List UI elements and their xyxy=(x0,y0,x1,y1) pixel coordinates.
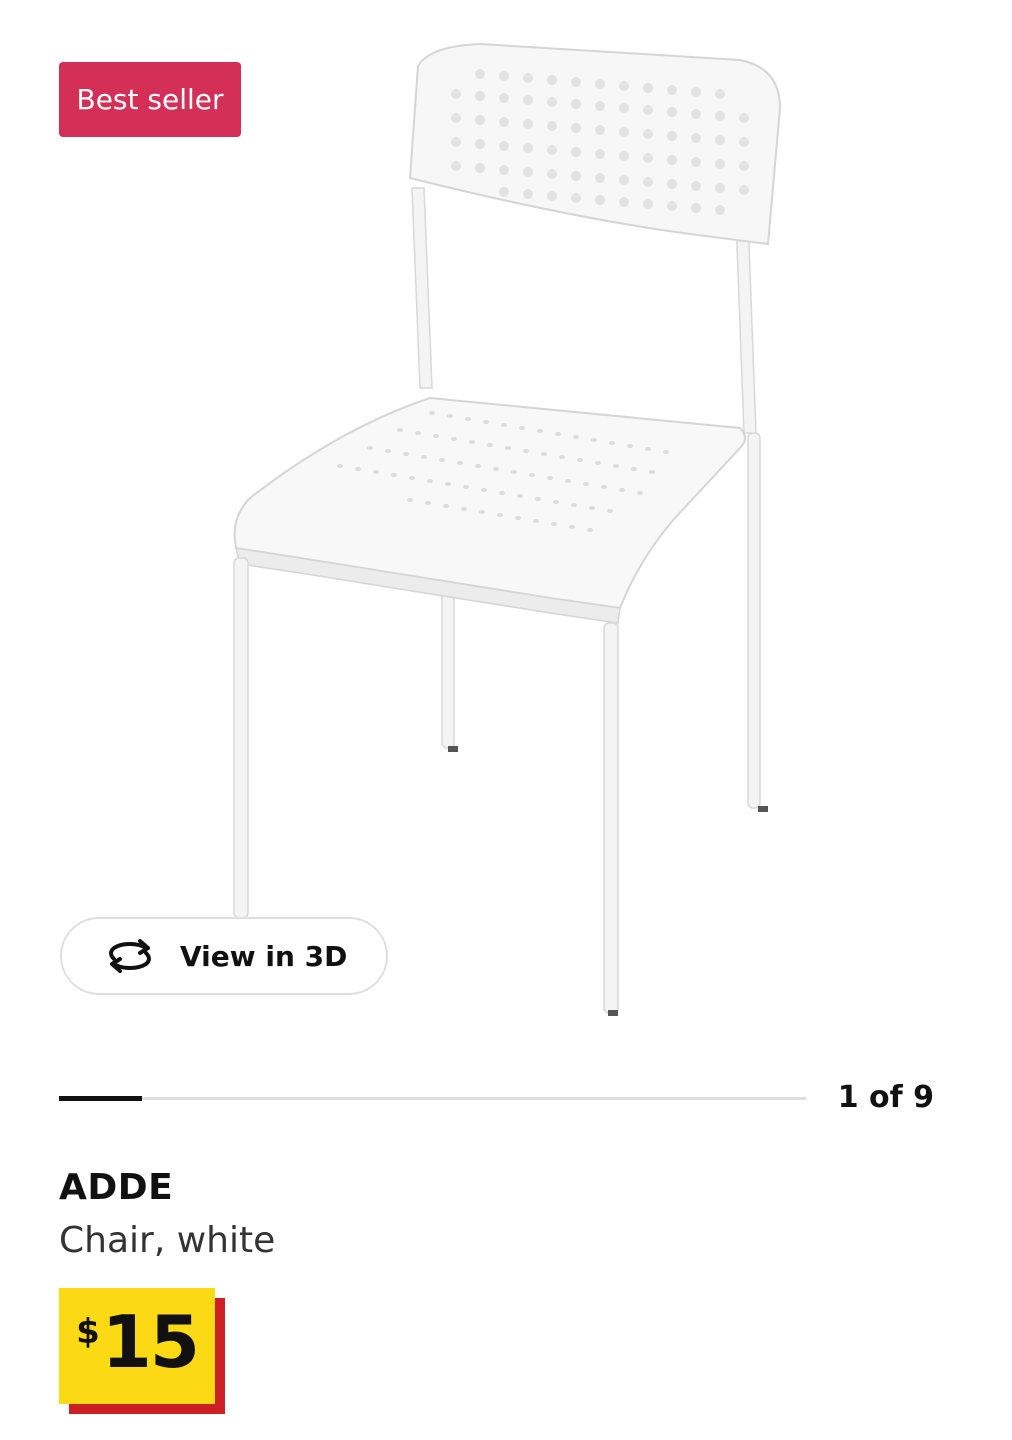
product-name: ADDE xyxy=(59,1167,174,1208)
view-in-3d-label: View in 3D xyxy=(180,939,348,973)
chair-leg-back-left xyxy=(441,582,455,749)
chair-backrest xyxy=(408,42,782,246)
backrest-upright-right xyxy=(735,217,757,434)
chair-seat xyxy=(233,396,746,610)
best-seller-badge: Best seller xyxy=(59,62,241,137)
chair-leg-front-left xyxy=(233,557,249,919)
product-image-chair[interactable] xyxy=(220,38,800,1028)
price-tag: $ 15 xyxy=(59,1288,225,1414)
backrest-upright-left xyxy=(411,187,433,389)
gallery-progress-bar[interactable] xyxy=(59,1096,806,1101)
product-description: Chair, white xyxy=(59,1220,276,1261)
chair-leg-front-right xyxy=(603,622,619,1014)
price-tag-box: $ 15 xyxy=(59,1288,215,1404)
chair-leg-back-right xyxy=(747,432,761,809)
gallery-progress-fill xyxy=(59,1096,142,1101)
gallery-pager: 1 of 9 xyxy=(837,1080,934,1115)
price-amount: 15 xyxy=(101,1300,200,1384)
price-currency: $ xyxy=(76,1312,100,1352)
rotate-3d-icon xyxy=(109,939,151,973)
view-in-3d-button[interactable]: View in 3D xyxy=(60,917,388,995)
